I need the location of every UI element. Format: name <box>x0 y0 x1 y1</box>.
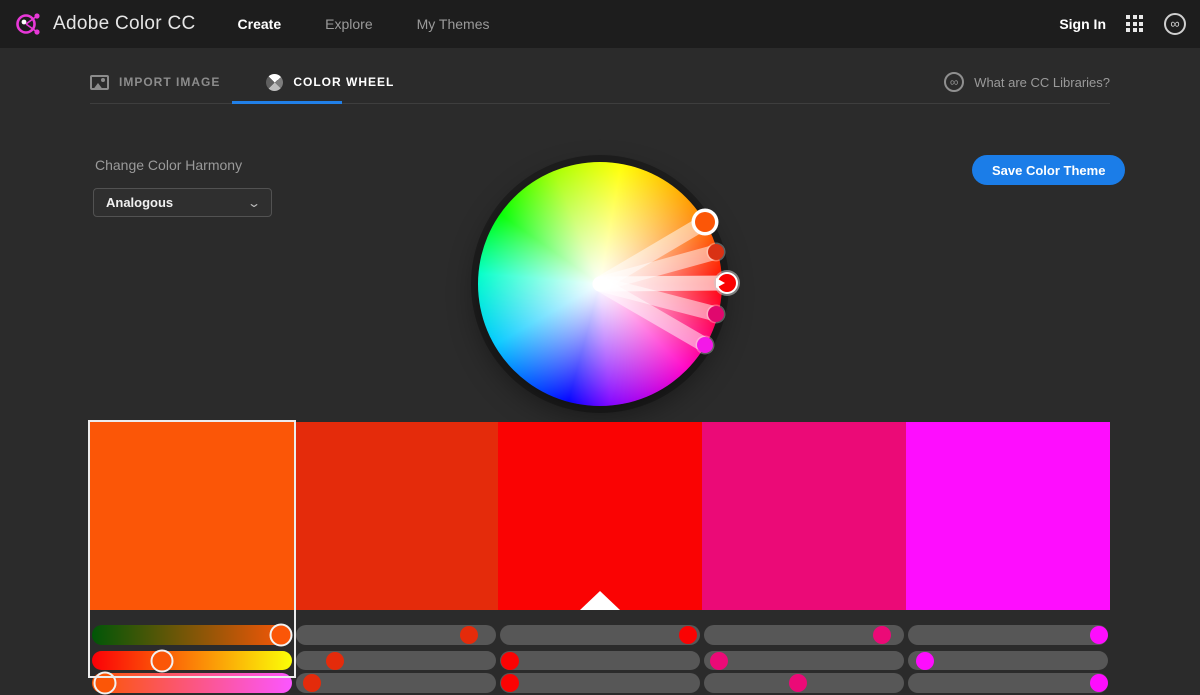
slider-handle-g-swatch-2[interactable] <box>501 652 519 670</box>
active-handle-wedge-icon <box>716 278 725 288</box>
creative-cloud-outline-icon: ∞ <box>944 72 964 92</box>
harmony-selected-value: Analogous <box>106 195 173 210</box>
slider-track-r-swatch-0[interactable] <box>92 625 292 645</box>
color-swatch-3[interactable] <box>702 422 906 610</box>
wheel-handle-1[interactable] <box>708 244 724 260</box>
slider-handle-r-swatch-1[interactable] <box>460 626 478 644</box>
adobe-color-logo[interactable]: Adobe Color CC <box>0 9 196 39</box>
top-app-bar: Adobe Color CC Create Explore My Themes Si… <box>0 0 1200 48</box>
nav-item-my-themes[interactable]: My Themes <box>417 16 490 32</box>
slider-handle-g-swatch-0[interactable] <box>151 649 174 672</box>
tab-import-image-label: IMPORT IMAGE <box>119 75 220 89</box>
wheel-handle-0[interactable] <box>695 212 715 232</box>
slider-handle-b-swatch-4[interactable] <box>1090 674 1108 692</box>
app-title: Adobe Color CC <box>53 13 196 35</box>
cc-libraries-link[interactable]: ∞ What are CC Libraries? <box>944 60 1110 104</box>
slider-handle-b-swatch-1[interactable] <box>303 674 321 692</box>
color-swatch-1[interactable] <box>294 422 498 610</box>
swatch-row <box>90 422 1110 610</box>
tab-color-wheel-label: COLOR WHEEL <box>293 75 394 89</box>
slider-handle-b-swatch-2[interactable] <box>501 674 519 692</box>
slider-track-b-swatch-1[interactable] <box>296 673 496 693</box>
slider-handle-r-swatch-4[interactable] <box>1090 626 1108 644</box>
adobe-color-logo-icon <box>13 9 43 39</box>
sign-in-button[interactable]: Sign In <box>1059 16 1106 32</box>
slider-handle-g-swatch-3[interactable] <box>710 652 728 670</box>
app-grid-icon[interactable] <box>1126 15 1144 33</box>
slider-track-b-swatch-0[interactable] <box>92 673 292 693</box>
color-wheel-icon <box>263 70 287 94</box>
chevron-down-icon: ⌄ <box>247 196 261 210</box>
slider-track-g-swatch-4[interactable] <box>908 651 1108 670</box>
save-color-theme-button[interactable]: Save Color Theme <box>972 155 1125 185</box>
slider-track-g-swatch-2[interactable] <box>500 651 700 670</box>
wheel-handle-3[interactable] <box>708 306 724 322</box>
wheel-handle-4[interactable] <box>697 337 713 353</box>
nav-item-create[interactable]: Create <box>238 16 282 32</box>
tab-color-wheel[interactable]: COLOR WHEEL <box>266 74 394 91</box>
color-swatch-4[interactable] <box>906 422 1110 610</box>
slider-track-b-swatch-4[interactable] <box>908 673 1108 693</box>
creative-cloud-icon[interactable]: ∞ <box>1164 13 1186 35</box>
slider-track-r-swatch-2[interactable] <box>500 625 700 645</box>
harmony-dropdown[interactable]: Analogous ⌄ <box>93 188 272 217</box>
slider-track-g-swatch-3[interactable] <box>704 651 904 670</box>
nav-item-explore[interactable]: Explore <box>325 16 372 32</box>
slider-handle-b-swatch-3[interactable] <box>789 674 807 692</box>
tab-import-image[interactable]: IMPORT IMAGE <box>90 75 220 90</box>
wheel-handle-2[interactable] <box>718 274 736 292</box>
slider-handle-r-swatch-3[interactable] <box>873 626 891 644</box>
color-swatch-2[interactable] <box>498 422 702 610</box>
slider-track-g-swatch-0[interactable] <box>92 651 292 670</box>
slider-handle-g-swatch-1[interactable] <box>326 652 344 670</box>
slider-track-b-swatch-2[interactable] <box>500 673 700 693</box>
slider-handle-r-swatch-2[interactable] <box>679 626 697 644</box>
cc-libraries-link-label: What are CC Libraries? <box>974 75 1110 90</box>
slider-track-r-swatch-4[interactable] <box>908 625 1108 645</box>
color-swatch-0[interactable] <box>90 422 294 610</box>
top-navigation: Create Explore My Themes <box>238 16 490 32</box>
slider-handle-g-swatch-4[interactable] <box>916 652 934 670</box>
active-tab-indicator <box>232 101 342 104</box>
image-icon <box>90 75 109 90</box>
harmony-label: Change Color Harmony <box>95 157 242 173</box>
slider-handle-r-swatch-0[interactable] <box>270 624 293 647</box>
color-wheel[interactable] <box>478 162 722 406</box>
